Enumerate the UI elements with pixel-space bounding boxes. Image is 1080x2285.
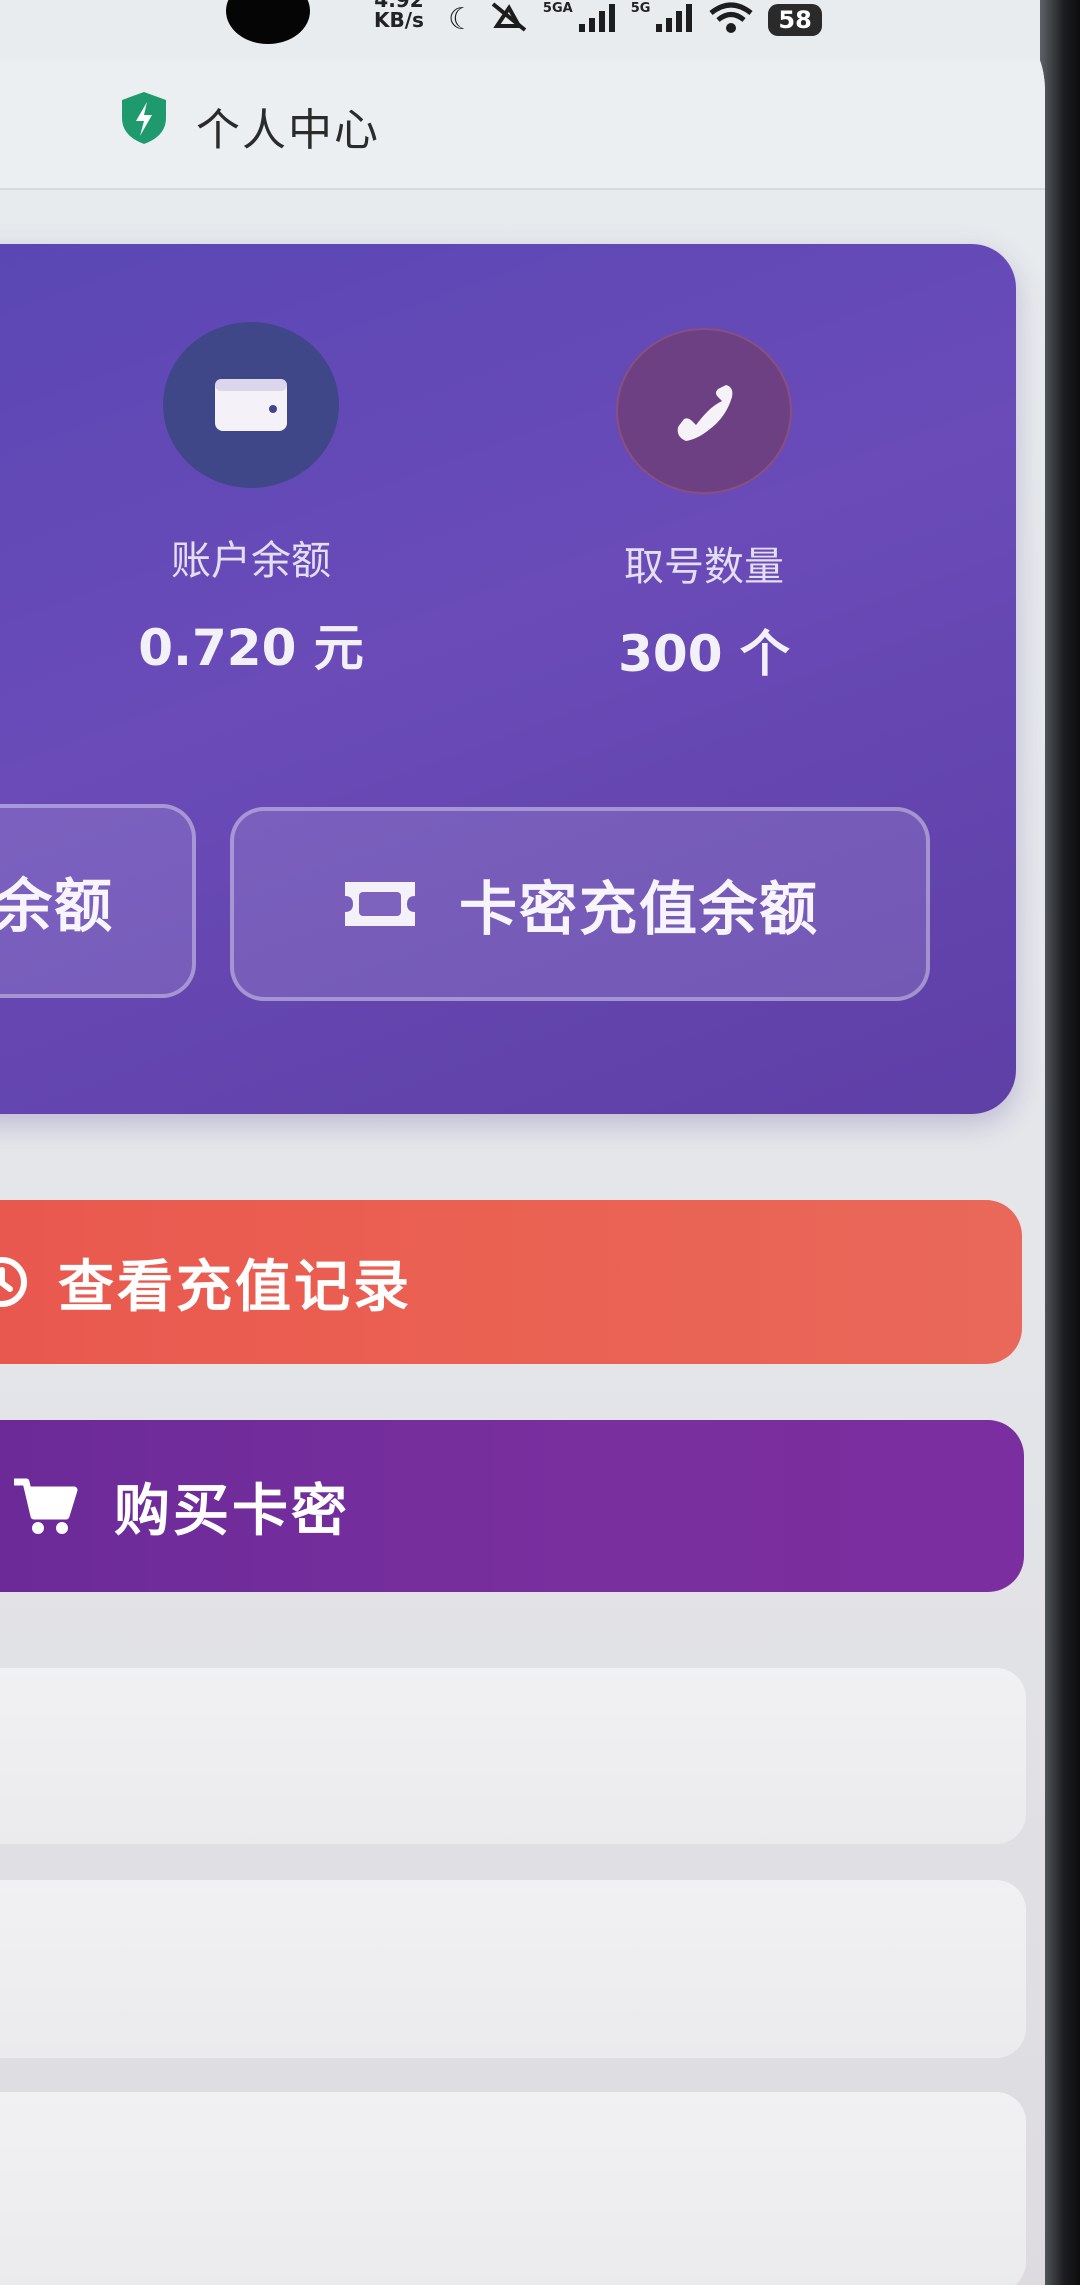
balance-button[interactable]: 余额 [0,804,196,998]
balance-button-label: 余额 [0,872,114,940]
card-recharge-button[interactable]: 卡密充值余额 [230,807,930,1001]
status-bar: 4.92 KB/s ☾ 5GA 5G 58 [0,0,1045,52]
signal-icon [654,2,694,38]
number-count-label: 取号数量 [624,544,784,590]
menu-panel[interactable] [0,1668,1026,1844]
card-recharge-label: 卡密充值余额 [458,875,819,943]
network-speed: 4.92 KB/s [374,0,424,32]
phone-icon [616,328,792,494]
menu-panel[interactable] [0,1880,1026,2058]
history-icon [0,1257,27,1307]
number-count-value: 300 个 [618,625,790,683]
battery-icon: 58 [768,4,822,36]
status-icons: ☾ 5GA 5G 58 [448,0,822,40]
buy-card-label: 购买卡密 [114,1478,350,1544]
balance-label: 账户余额 [171,538,331,584]
mute-icon [489,0,529,40]
sim2-label: 5G [630,0,651,16]
balance-stat: 账户余额 0.720 元 [121,322,381,680]
cart-icon [14,1478,78,1534]
view-recharge-records-label: 查看充值记录 [58,1254,412,1320]
wallet-icon [163,322,339,488]
phone-screen: 4.92 KB/s ☾ 5GA 5G 58 个人中心 账户余额 0.720 元 … [0,0,1045,2285]
view-recharge-records-button[interactable]: 查看充值记录 [0,1200,1022,1364]
phone-bezel [1040,0,1080,2285]
balance-value: 0.720 元 [138,619,364,677]
wifi-icon [708,1,754,39]
signal-icon [577,2,617,38]
account-card: 账户余额 0.720 元 取号数量 300 个 余额 卡密充值余额 [0,244,1016,1114]
network-speed-unit: KB/s [374,8,424,32]
page-header: 个人中心 [0,60,1045,190]
page-title: 个人中心 [196,105,380,156]
menu-panel[interactable] [0,2092,1026,2285]
moon-icon: ☾ [448,2,475,37]
shield-icon [122,92,166,144]
number-count-stat: 取号数量 300 个 [574,328,834,686]
ticket-icon [344,882,415,926]
sim1-label: 5GA [542,0,573,16]
camera-cutout [226,0,310,44]
buy-card-button[interactable]: 购买卡密 [0,1420,1024,1592]
